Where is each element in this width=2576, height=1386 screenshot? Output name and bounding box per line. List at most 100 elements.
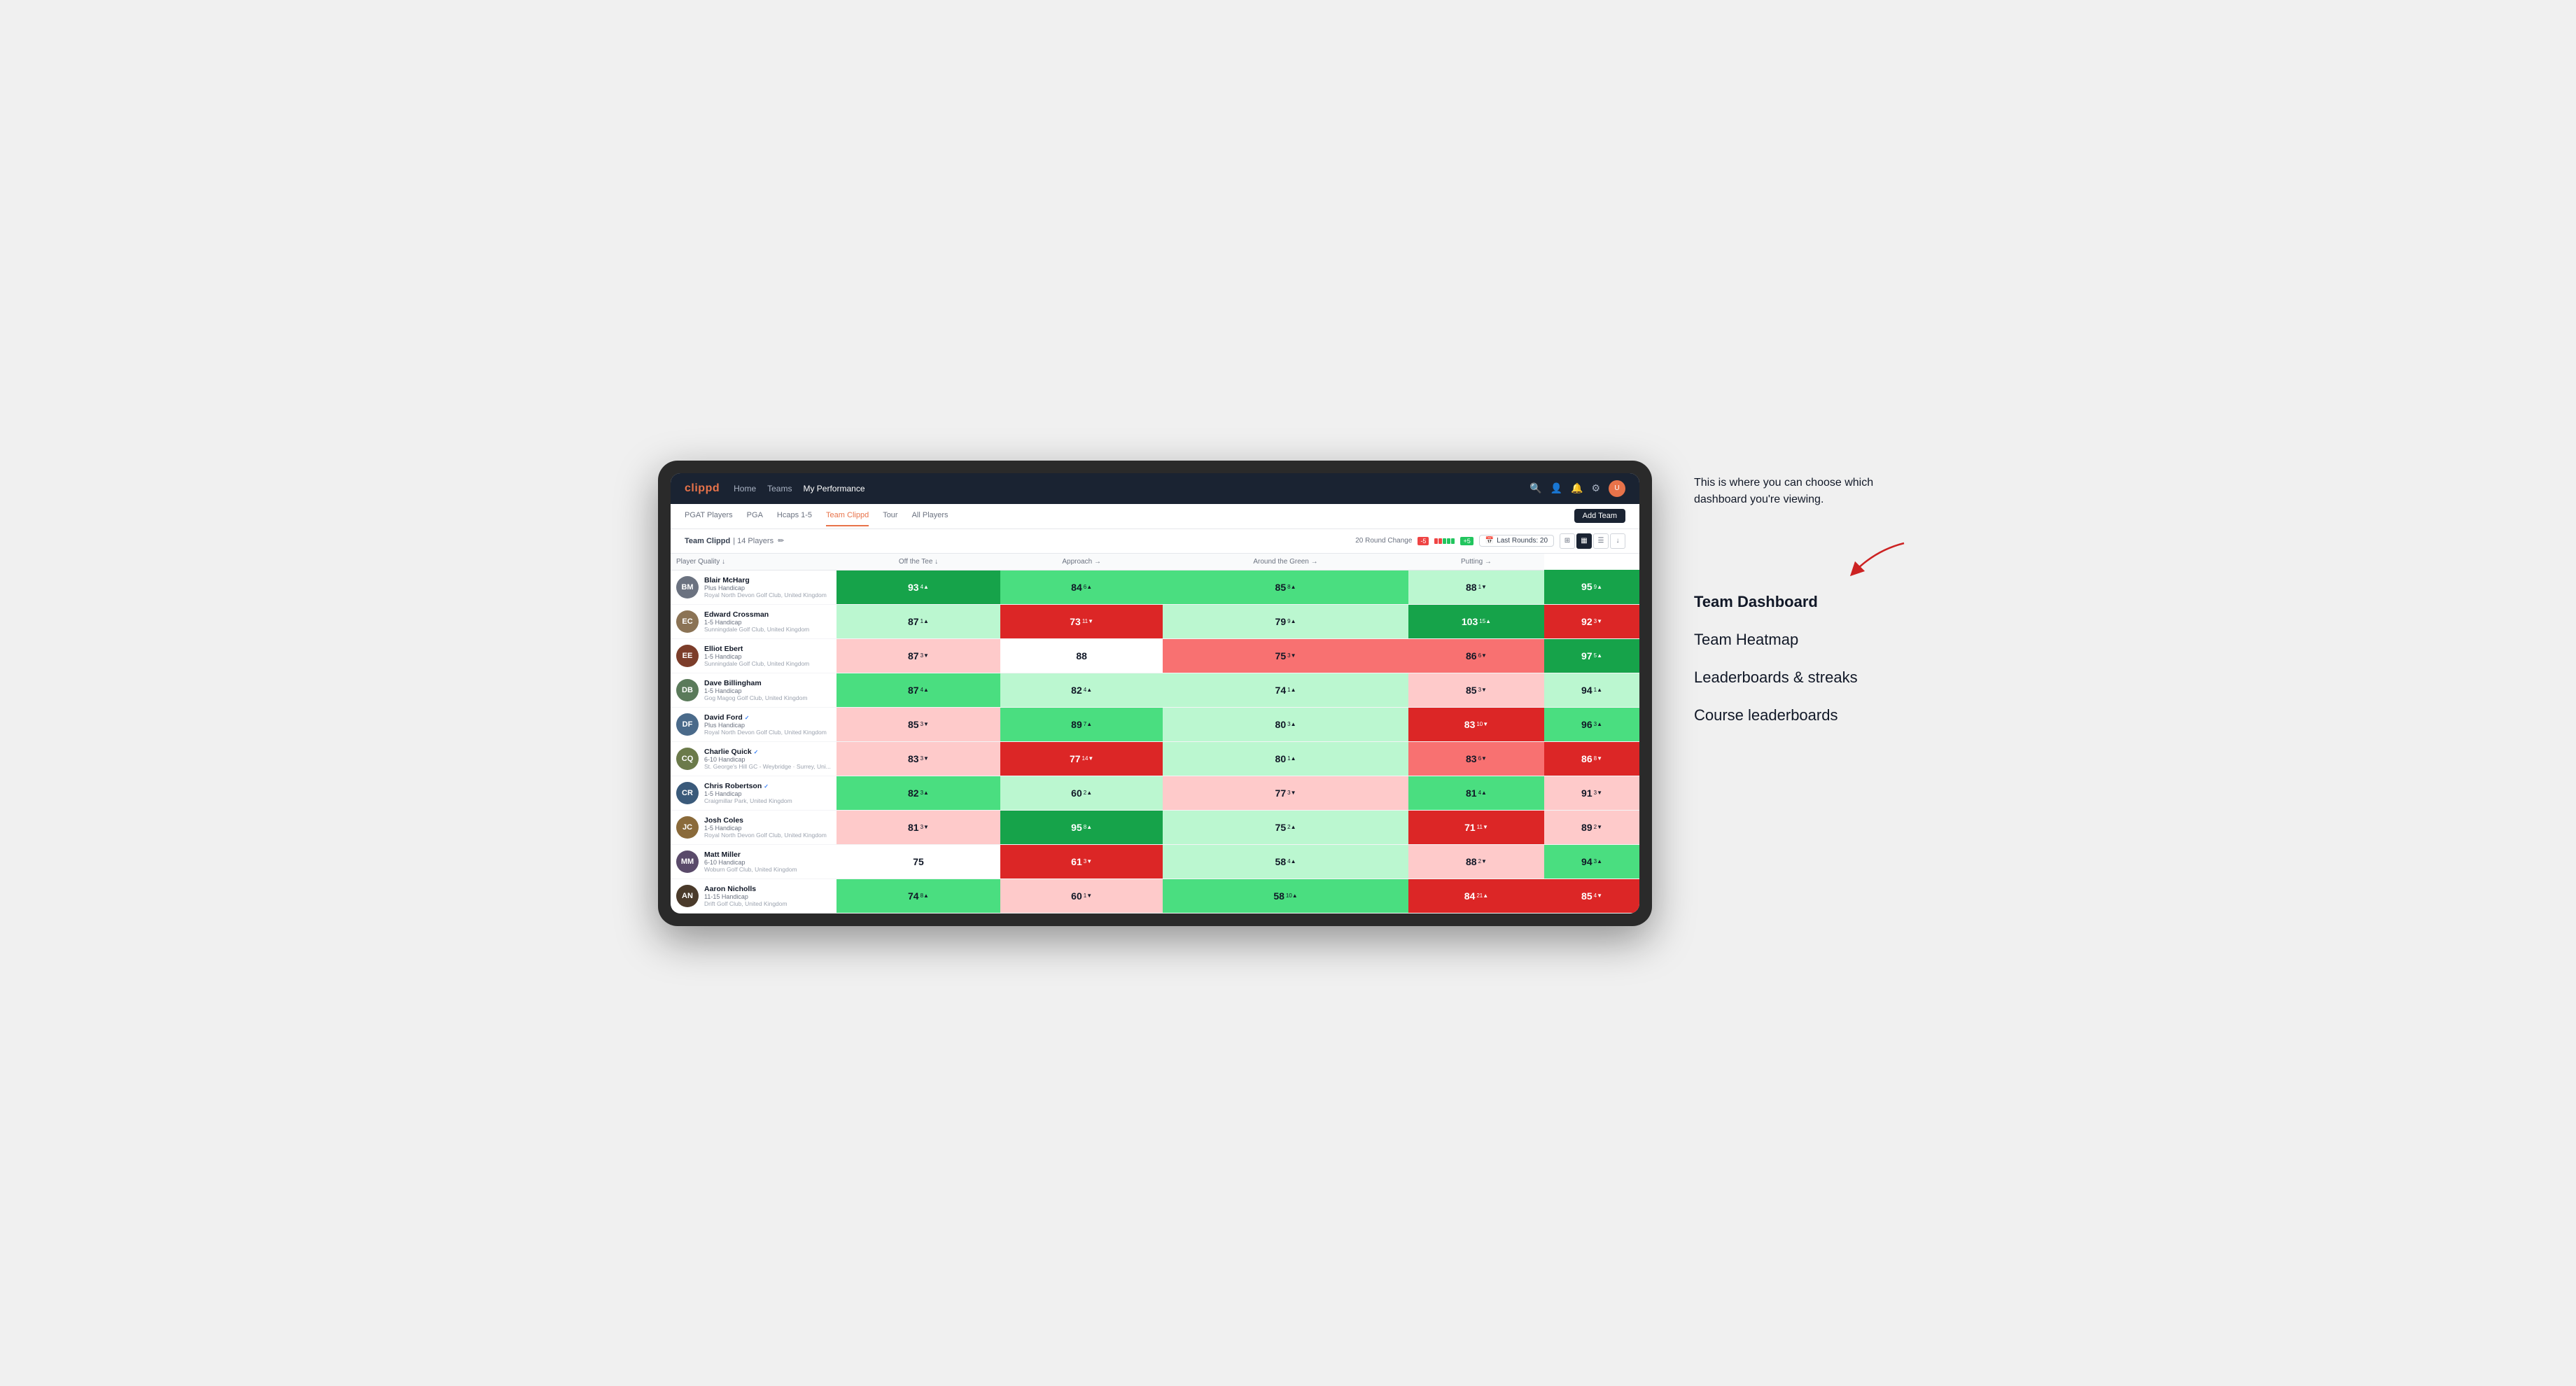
- menu-item-course-leaderboards[interactable]: Course leaderboards: [1694, 706, 1918, 724]
- player-avatar: CQ: [676, 748, 699, 770]
- bell-icon[interactable]: 🔔: [1571, 482, 1583, 494]
- player-handicap: 1-5 Handicap: [704, 653, 831, 660]
- metric-change: 3▲: [1287, 721, 1296, 727]
- tab-tour[interactable]: Tour: [883, 505, 897, 526]
- metric-score: 74: [1275, 685, 1287, 696]
- metric-inner: 80 1▲: [1167, 745, 1404, 773]
- menu-item-team-heatmap[interactable]: Team Heatmap: [1694, 631, 1918, 649]
- metric-change: 4▲: [1478, 790, 1487, 796]
- tab-pgat-players[interactable]: PGAT Players: [685, 505, 733, 526]
- avatar[interactable]: U: [1609, 480, 1625, 497]
- player-cell[interactable]: JC Josh Coles 1-5 Handicap Royal North D…: [671, 810, 836, 844]
- metric-change: 4▲: [920, 584, 929, 590]
- metric-cell: 85 4▼: [1544, 878, 1639, 913]
- metric-score: 83: [908, 753, 919, 764]
- metric-inner: 58 4▲: [1167, 848, 1404, 876]
- table-row: EC Edward Crossman 1-5 Handicap Sunningd…: [671, 604, 1639, 638]
- add-team-button[interactable]: Add Team: [1574, 509, 1625, 523]
- player-cell[interactable]: MM Matt Miller 6-10 Handicap Woburn Golf…: [671, 844, 836, 878]
- sub-navigation: PGAT Players PGA Hcaps 1-5 Team Clippd T…: [671, 504, 1639, 529]
- metric-score: 60: [1071, 788, 1082, 799]
- metric-inner: 89 2▼: [1548, 813, 1635, 841]
- edit-icon[interactable]: ✏: [778, 536, 784, 545]
- metric-score: 89: [1071, 719, 1082, 730]
- metric-score: 75: [913, 856, 924, 867]
- metric-score: 86: [1466, 650, 1477, 662]
- metric-cell: 94 3▲: [1544, 844, 1639, 878]
- metric-change: 11▼: [1477, 824, 1488, 830]
- metric-change: 14▼: [1082, 755, 1094, 762]
- metric-change: 3▼: [1084, 858, 1092, 864]
- player-handicap: Plus Handicap: [704, 584, 831, 592]
- player-cell[interactable]: EE Elliot Ebert 1-5 Handicap Sunningdale…: [671, 638, 836, 673]
- metric-change: 7▲: [1084, 721, 1092, 727]
- tab-pga[interactable]: PGA: [747, 505, 763, 526]
- tablet-frame: clippd Home Teams My Performance 🔍 👤 🔔 ⚙…: [658, 461, 1652, 926]
- metric-score: 94: [1581, 685, 1592, 696]
- metric-score: 77: [1070, 753, 1081, 764]
- metric-cell: 84 21▲: [1408, 878, 1544, 913]
- bar-seg-green-1: [1443, 538, 1446, 544]
- player-handicap: 1-5 Handicap: [704, 825, 831, 832]
- round-change-area: 20 Round Change -5 +5 📅 Last Rounds: 20: [1355, 533, 1625, 549]
- view-grid-button[interactable]: ⊞: [1560, 533, 1575, 549]
- metric-inner: 83 6▼: [1413, 745, 1540, 773]
- menu-item-leaderboards[interactable]: Leaderboards & streaks: [1694, 668, 1918, 687]
- player-avatar: DB: [676, 679, 699, 701]
- player-name: Matt Miller: [704, 850, 831, 859]
- table-row: DB Dave Billingham 1-5 Handicap Gog Mago…: [671, 673, 1639, 707]
- player-cell[interactable]: BM Blair McHarg Plus Handicap Royal Nort…: [671, 570, 836, 604]
- user-icon[interactable]: 👤: [1550, 482, 1562, 494]
- nav-teams[interactable]: Teams: [767, 481, 792, 496]
- metric-score: 80: [1275, 753, 1287, 764]
- table-row: BM Blair McHarg Plus Handicap Royal Nort…: [671, 570, 1639, 604]
- tab-team-clippd[interactable]: Team Clippd: [826, 505, 869, 526]
- logo[interactable]: clippd: [685, 482, 720, 495]
- view-heatmap-button[interactable]: ▦: [1576, 533, 1592, 549]
- metric-cell: 77 14▼: [1000, 741, 1163, 776]
- metric-inner: 81 3▼: [841, 813, 996, 841]
- bar-seg-red-1: [1434, 538, 1438, 544]
- metric-cell: 82 3▲: [836, 776, 1000, 810]
- player-club: Drift Golf Club, United Kingdom: [704, 900, 831, 907]
- nav-links: Home Teams My Performance: [734, 481, 1516, 496]
- view-list-button[interactable]: ☰: [1593, 533, 1609, 549]
- metric-inner: 82 4▲: [1004, 676, 1158, 704]
- tab-all-players[interactable]: All Players: [912, 505, 948, 526]
- player-cell[interactable]: CR Chris Robertson ✓ 1-5 Handicap Craigm…: [671, 776, 836, 810]
- metric-change: 3▲: [920, 790, 929, 796]
- metric-cell: 81 3▼: [836, 810, 1000, 844]
- metric-inner: 84 6▲: [1004, 573, 1158, 601]
- metric-score: 85: [908, 719, 919, 730]
- metric-score: 81: [1466, 788, 1477, 799]
- player-cell[interactable]: CQ Charlie Quick ✓ 6-10 Handicap St. Geo…: [671, 741, 836, 776]
- metric-score: 88: [1076, 650, 1087, 662]
- metric-score: 87: [908, 650, 919, 662]
- metric-inner: 75 2▲: [1167, 813, 1404, 841]
- menu-item-team-dashboard[interactable]: Team Dashboard: [1694, 593, 1918, 611]
- player-cell[interactable]: EC Edward Crossman 1-5 Handicap Sunningd…: [671, 604, 836, 638]
- metric-inner: 74 1▲: [1167, 676, 1404, 704]
- metric-inner: 95 9▲: [1548, 573, 1635, 601]
- search-icon[interactable]: 🔍: [1530, 482, 1541, 494]
- metric-change: 1▼: [1478, 584, 1487, 590]
- metric-cell: 84 6▲: [1000, 570, 1163, 604]
- player-cell[interactable]: DF David Ford ✓ Plus Handicap Royal Nort…: [671, 707, 836, 741]
- metric-inner: 71 11▼: [1413, 813, 1540, 841]
- player-cell[interactable]: AN Aaron Nicholls 11-15 Handicap Drift G…: [671, 878, 836, 913]
- nav-home[interactable]: Home: [734, 481, 756, 496]
- nav-my-performance[interactable]: My Performance: [803, 481, 864, 496]
- bar-seg-green-2: [1447, 538, 1450, 544]
- metric-inner: 58 10▲: [1167, 882, 1404, 910]
- metric-cell: 86 8▼: [1544, 741, 1639, 776]
- table-wrapper: Player Quality ↓ Off the Tee ↓ Approach …: [671, 554, 1639, 913]
- metric-change: 8▼: [1594, 755, 1602, 762]
- settings-icon[interactable]: ⚙: [1591, 482, 1600, 494]
- metric-score: 88: [1466, 582, 1477, 593]
- tab-hcaps[interactable]: Hcaps 1-5: [777, 505, 812, 526]
- view-export-button[interactable]: ↓: [1610, 533, 1625, 549]
- metric-cell: 85 3▼: [1408, 673, 1544, 707]
- metric-change: 3▲: [1594, 721, 1602, 727]
- player-cell[interactable]: DB Dave Billingham 1-5 Handicap Gog Mago…: [671, 673, 836, 707]
- last-rounds-button[interactable]: 📅 Last Rounds: 20: [1479, 535, 1554, 547]
